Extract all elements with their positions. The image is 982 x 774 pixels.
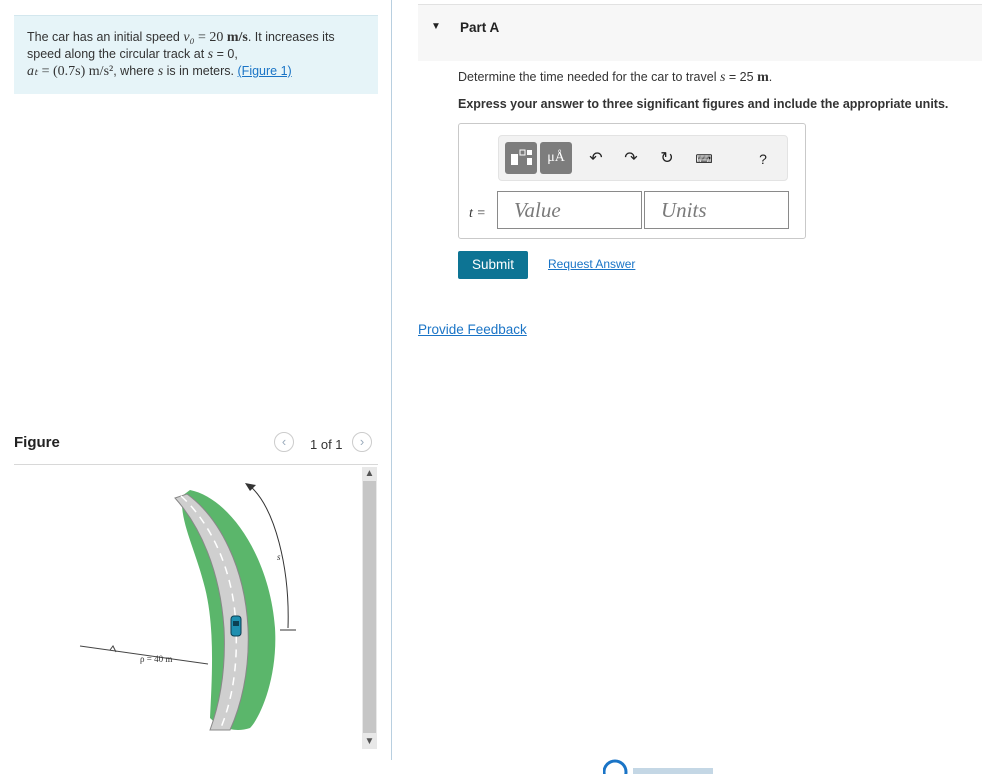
- units-input[interactable]: Units: [644, 191, 789, 229]
- request-answer-link[interactable]: Request Answer: [548, 257, 635, 271]
- question-equals: = 25: [728, 70, 754, 84]
- question-body: Determine the time needed for the car to…: [458, 70, 717, 84]
- left-pane: The car has an initial speed v₀ = 20 m/s…: [0, 0, 392, 773]
- at-symbol: aₜ: [27, 64, 39, 79]
- caret-down-icon[interactable]: ▼: [431, 21, 441, 32]
- provide-feedback-link[interactable]: Provide Feedback: [418, 322, 527, 337]
- help-icon[interactable]: ?: [754, 150, 772, 168]
- at-expression: = (0.7s) m/s²: [41, 64, 114, 79]
- templates-icon[interactable]: [505, 142, 537, 174]
- s-value: = 0,: [216, 47, 238, 61]
- v0-units: m/s: [226, 30, 248, 45]
- scroll-up-icon[interactable]: ▲: [362, 467, 377, 481]
- problem-intro: The car has an initial speed: [27, 30, 180, 44]
- question-period: .: [768, 70, 773, 84]
- redo-icon[interactable]: ↷: [622, 150, 640, 168]
- part-header[interactable]: ▼ Part A: [418, 4, 982, 61]
- rho-label: ρ = 40 m: [140, 654, 172, 664]
- variable-label: t =: [469, 206, 486, 221]
- submit-button[interactable]: Submit: [458, 251, 528, 279]
- units-button[interactable]: μÅ: [540, 142, 572, 174]
- chevron-right-icon[interactable]: ›: [352, 432, 372, 452]
- pearson-logo: [603, 759, 713, 774]
- instruction-text: Express your answer to three significant…: [458, 97, 949, 111]
- s-label: s: [277, 552, 281, 562]
- part-title[interactable]: Part A: [460, 20, 499, 35]
- s-symbol: s: [207, 47, 214, 62]
- track-figure: s ρ = 40 m: [79, 483, 296, 731]
- figure-count: 1 of 1: [310, 437, 343, 452]
- scroll-down-icon[interactable]: ▼: [362, 735, 377, 749]
- value-input[interactable]: Value: [497, 191, 642, 229]
- right-pane: ▼ Part A Determine the time needed for t…: [418, 0, 982, 774]
- where-text: , where: [113, 64, 155, 78]
- figure-title: Figure: [14, 434, 60, 451]
- question-unit: m: [757, 70, 769, 85]
- undo-icon[interactable]: ↶: [587, 150, 605, 168]
- math-toolbar: μÅ ↶ ↷ ↻ ⌨ ?: [498, 135, 788, 181]
- keyboard-icon[interactable]: ⌨: [695, 150, 713, 168]
- chevron-left-icon[interactable]: ‹: [274, 432, 294, 452]
- figure-scrollbar[interactable]: ▲ ▼: [362, 467, 377, 749]
- answer-box: μÅ ↶ ↷ ↻ ⌨ ? t = Value Units: [458, 123, 806, 239]
- problem-statement: The car has an initial speed v₀ = 20 m/s…: [14, 15, 378, 94]
- figure-header: Figure ‹ 1 of 1 ›: [14, 432, 378, 465]
- reset-icon[interactable]: ↻: [658, 150, 676, 168]
- scroll-thumb[interactable]: [363, 481, 376, 733]
- where-tail: is in meters.: [166, 64, 235, 78]
- v0-symbol: v₀: [183, 30, 195, 45]
- v0-value: = 20: [197, 30, 224, 45]
- where-s: s: [157, 64, 164, 79]
- question-text: Determine the time needed for the car to…: [458, 70, 772, 86]
- question-s: s: [719, 70, 726, 85]
- figure-link[interactable]: (Figure 1): [238, 64, 292, 78]
- pane-divider[interactable]: [391, 0, 392, 760]
